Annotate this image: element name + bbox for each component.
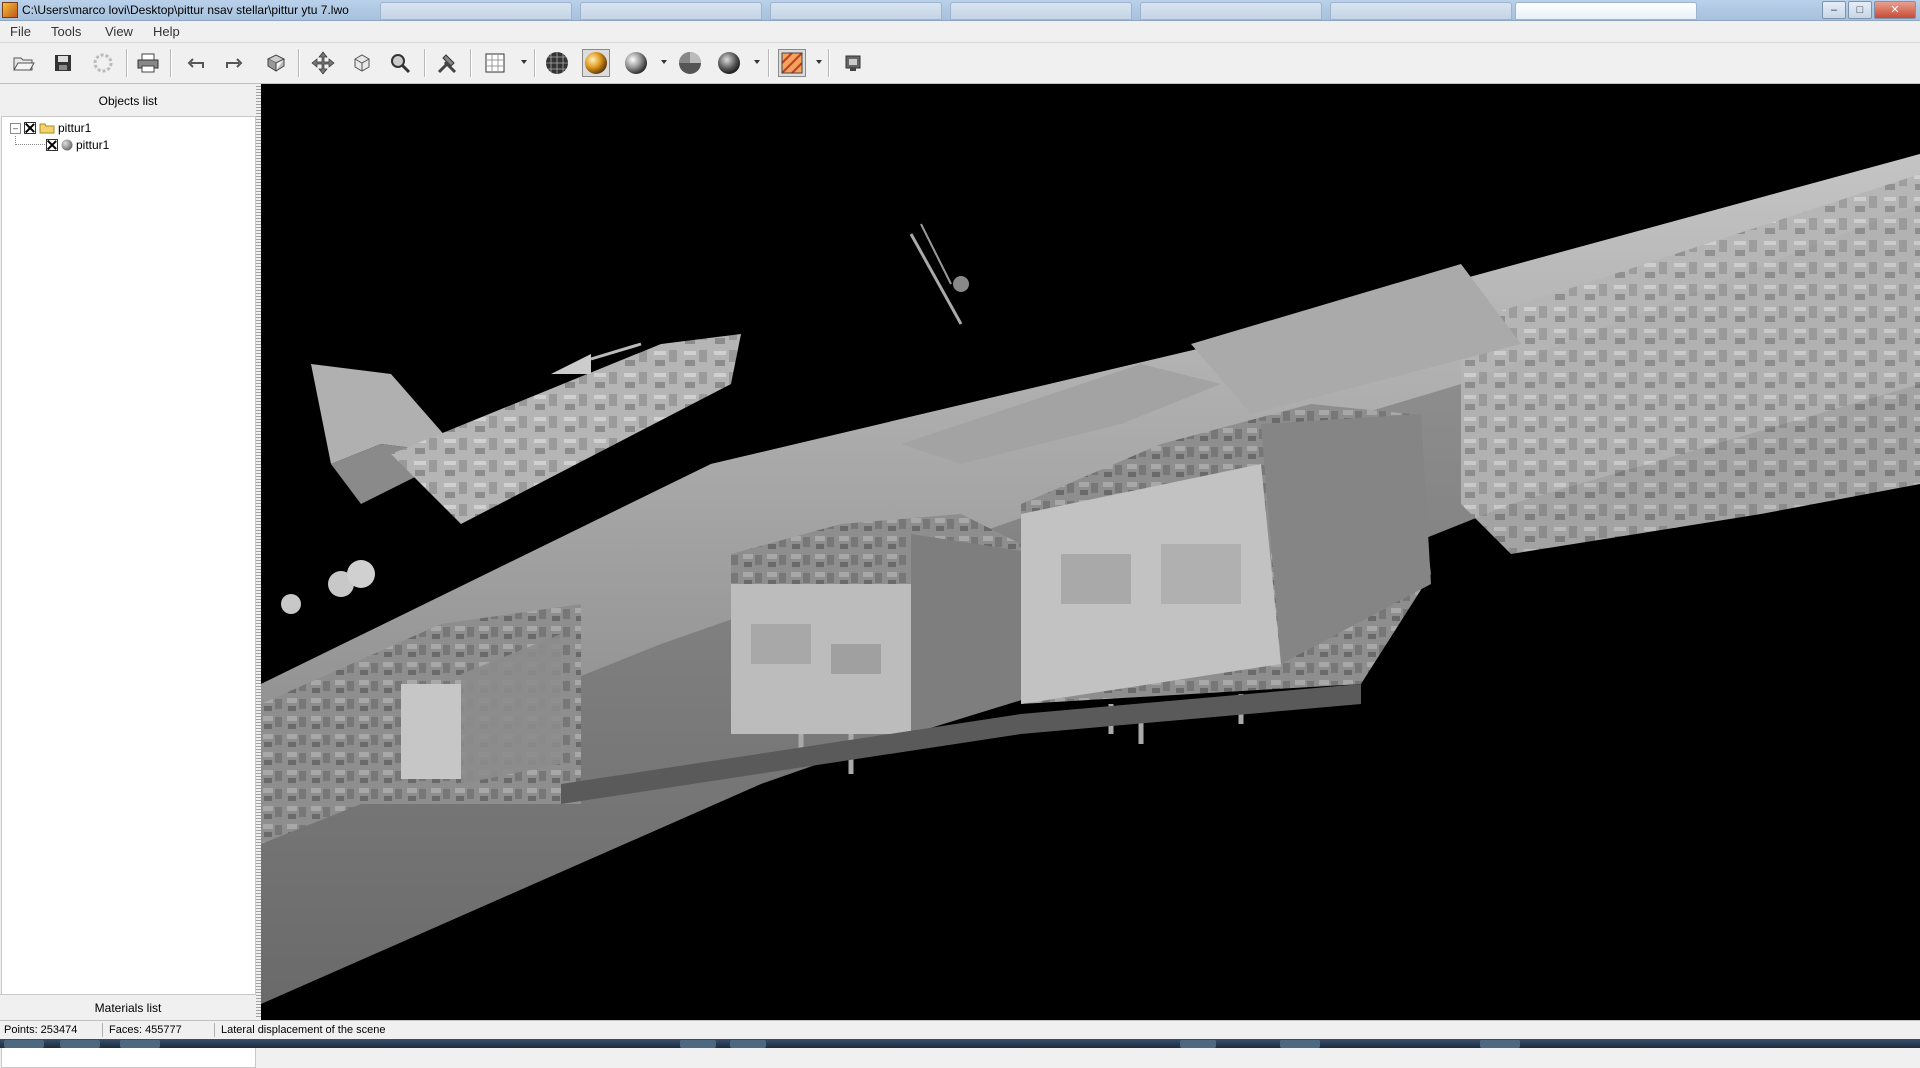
minimize-icon[interactable]: –	[1822, 1, 1846, 19]
toolbar-separator	[298, 49, 300, 77]
background-window-tab[interactable]	[580, 2, 762, 20]
objects-list-header: Objects list	[98, 94, 158, 108]
window-controls: – □ ✕	[1822, 1, 1916, 19]
visibility-checkbox[interactable]	[46, 139, 58, 151]
window-title: C:\Users\marco lovi\Desktop\pittur nsav …	[22, 3, 349, 17]
status-bar: Points: 253474 Faces: 455777 Lateral dis…	[0, 1020, 1920, 1039]
points-count: Points: 253474	[4, 1024, 78, 1036]
close-icon[interactable]: ✕	[1874, 1, 1916, 19]
taskbar-button[interactable]	[1480, 1040, 1520, 1048]
menu-help[interactable]: Help	[153, 24, 180, 39]
smooth-sphere-icon[interactable]	[622, 49, 650, 77]
3d-viewport[interactable]	[261, 84, 1920, 1020]
save-icon[interactable]	[49, 49, 77, 77]
move-icon[interactable]	[309, 49, 337, 77]
collapse-icon[interactable]: –	[10, 122, 21, 134]
folder-icon	[39, 123, 55, 134]
visibility-checkbox[interactable]	[24, 122, 36, 134]
maximize-icon[interactable]: □	[1848, 1, 1872, 19]
render-dropdown-arrow[interactable]	[754, 60, 760, 64]
menu-bar: File Tools View Help	[0, 21, 1920, 41]
toolbar-separator	[170, 49, 172, 77]
status-message: Lateral displacement of the scene	[221, 1024, 386, 1036]
taskbar-button[interactable]	[680, 1040, 716, 1048]
taskbar-button[interactable]	[1180, 1040, 1216, 1048]
menu-view[interactable]: View	[105, 24, 133, 39]
rotate-icon[interactable]	[348, 49, 376, 77]
toolbar-separator	[768, 49, 770, 77]
background-window-tab[interactable]	[1515, 2, 1697, 20]
hammer-icon[interactable]	[433, 49, 461, 77]
print-icon[interactable]	[134, 49, 162, 77]
mesh-sphere-icon	[61, 139, 73, 151]
tree-item-pittur1-group[interactable]: – pittur1	[10, 120, 91, 136]
redo-icon[interactable]	[220, 49, 248, 77]
zoom-icon[interactable]	[386, 49, 414, 77]
flat-sphere-icon[interactable]	[676, 49, 704, 77]
gold-shaded-sphere-icon[interactable]	[582, 49, 610, 77]
start-button[interactable]	[4, 1040, 44, 1048]
taskbar-button[interactable]	[1280, 1040, 1320, 1048]
grid-dropdown-arrow[interactable]	[521, 60, 527, 64]
menu-file[interactable]: File	[10, 24, 31, 39]
undo-icon[interactable]	[182, 49, 210, 77]
spaceship-model	[261, 154, 1920, 1004]
texture-dropdown-arrow[interactable]	[816, 60, 822, 64]
objects-tree[interactable]: – pittur1 pittur1	[1, 116, 256, 1068]
background-window-tab[interactable]	[380, 2, 572, 20]
title-bar: C:\Users\marco lovi\Desktop\pittur nsav …	[0, 0, 1920, 21]
taskbar-button[interactable]	[120, 1040, 160, 1048]
toolbar-separator	[424, 49, 426, 77]
taskbar-button[interactable]	[730, 1040, 766, 1048]
os-taskbar	[0, 1039, 1920, 1048]
open-icon[interactable]	[10, 49, 38, 77]
shading-dropdown-arrow[interactable]	[661, 60, 667, 64]
app-icon	[2, 2, 18, 18]
background-window-tab[interactable]	[1330, 2, 1512, 20]
tree-item-label: pittur1	[76, 138, 110, 152]
menu-tools[interactable]: Tools	[51, 24, 81, 39]
toolbar-separator	[828, 49, 830, 77]
status-divider	[102, 1023, 103, 1037]
toolbar-separator	[126, 49, 128, 77]
dark-sphere-icon[interactable]	[715, 49, 743, 77]
materials-list-header[interactable]: Materials list	[0, 994, 256, 1021]
grid-icon[interactable]	[481, 49, 509, 77]
export-icon[interactable]	[89, 49, 117, 77]
toolbar	[0, 42, 1920, 84]
background-window-tab[interactable]	[1140, 2, 1322, 20]
tree-connector	[15, 144, 45, 146]
wireframe-sphere-icon[interactable]	[543, 49, 571, 77]
background-window-tab[interactable]	[950, 2, 1132, 20]
toolbar-separator	[470, 49, 472, 77]
faces-count: Faces: 455777	[109, 1024, 182, 1036]
reset-view-icon[interactable]	[262, 49, 290, 77]
taskbar-button[interactable]	[60, 1040, 100, 1048]
tree-item-label: pittur1	[58, 121, 92, 135]
tree-item-pittur1-mesh[interactable]: pittur1	[46, 137, 109, 153]
screenshot-icon[interactable]	[839, 49, 867, 77]
texture-icon[interactable]	[778, 49, 806, 77]
toolbar-separator	[534, 49, 536, 77]
background-window-tab[interactable]	[770, 2, 942, 20]
left-panel: Objects list – pittur1 pittur1 Materials…	[0, 84, 256, 1068]
status-divider	[214, 1023, 215, 1037]
